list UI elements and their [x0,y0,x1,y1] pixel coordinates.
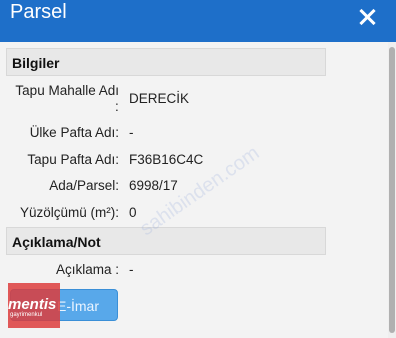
field-value-ulke-pafta: - [129,125,134,140]
title-bar: Parsel [0,0,396,42]
field-label-tapu-mahalle: Tapu Mahalle Adı [15,83,119,98]
logo-subtext: gayrimenkul [10,312,43,318]
field-colon: : [115,99,119,114]
field-value-yuzolcumu: 0 [129,205,137,220]
section-header-info: Bilgiler [6,48,326,76]
field-label-yuzolcumu: Yüzölçümü (m²): [19,205,119,220]
field-label-ada-parsel: Ada/Parsel: [49,178,119,193]
field-value-aciklama: - [129,262,134,277]
close-icon[interactable] [356,6,378,28]
field-value-tapu-pafta: F36B16C4C [129,152,204,167]
logo-text: mentis [8,296,57,313]
field-label-ulke-pafta: Ülke Pafta Adı: [29,125,119,140]
field-value-ada-parsel: 6998/17 [129,178,178,193]
scrollbar-thumb[interactable] [389,47,395,333]
section-title: Açıklama/Not [12,234,101,250]
field-label-tapu-pafta: Tapu Pafta Adı: [27,152,119,167]
section-title: Bilgiler [12,55,60,71]
section-header-notes: Açıklama/Not [6,227,326,255]
field-value-tapu-mahalle: DERECİK [129,91,190,106]
e-imar-button-label: E-İmar [57,298,99,314]
window-title: Parsel [10,1,67,23]
field-label-aciklama: Açıklama : [55,262,119,277]
